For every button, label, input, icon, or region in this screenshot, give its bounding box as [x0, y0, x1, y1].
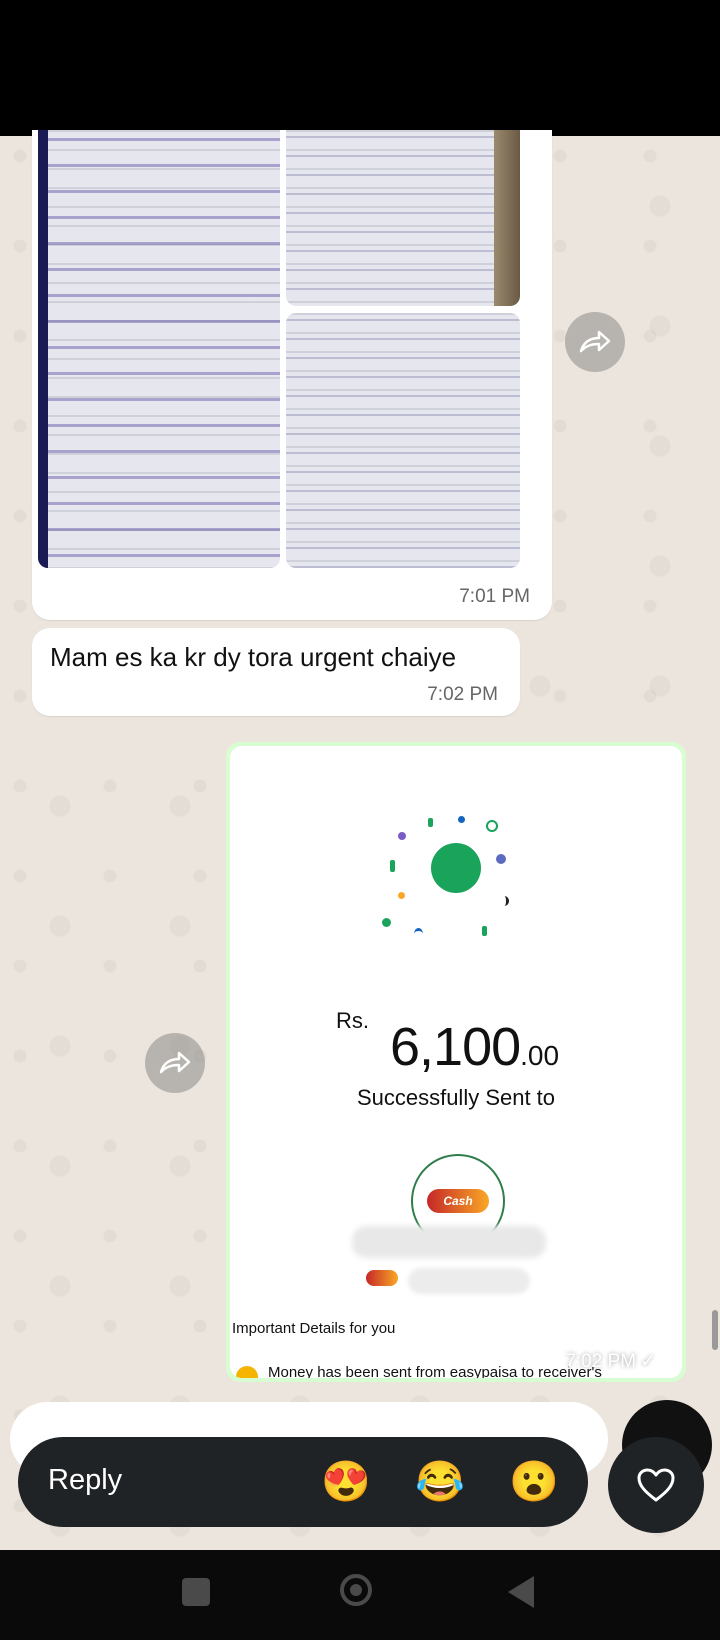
redacted-number: [408, 1268, 530, 1294]
scrollbar[interactable]: [712, 1310, 718, 1350]
confetti: [382, 918, 391, 927]
sent-tick-icon: ✓: [640, 1351, 656, 1372]
photo-notebook-page-3[interactable]: [286, 313, 520, 568]
status-text: Successfully Sent to: [356, 1085, 556, 1110]
confetti: [500, 896, 509, 906]
image-message[interactable]: 7:01 PM: [32, 130, 552, 620]
forward-button[interactable]: [565, 312, 625, 372]
photo-notebook-page-2[interactable]: [286, 130, 520, 306]
photo-notebook-page-1[interactable]: [38, 130, 280, 568]
payment-receipt-image[interactable]: Rs. 6,100.00 Successfully Sent to Cash I…: [230, 746, 682, 1378]
confetti: [486, 820, 498, 832]
forward-icon: [579, 330, 611, 353]
laughing-emoji[interactable]: 😂: [414, 1456, 466, 1508]
recents-icon[interactable]: [182, 1578, 210, 1606]
coin-icon: [236, 1366, 258, 1378]
outgoing-image-message[interactable]: Rs. 6,100.00 Successfully Sent to Cash I…: [226, 742, 686, 1382]
message-time: 7:02 PM: [427, 684, 498, 705]
confetti: [398, 832, 406, 840]
confetti: [496, 854, 506, 864]
home-icon[interactable]: [340, 1574, 372, 1606]
confetti: [428, 818, 433, 827]
like-button[interactable]: [608, 1437, 704, 1533]
confetti: [414, 928, 423, 940]
confetti: [390, 860, 395, 872]
amount: 6,100.00: [390, 1016, 559, 1078]
heart-icon: [637, 1468, 675, 1502]
text-message[interactable]: Mam es ka kr dy tora urgent chaiye 7:02 …: [32, 628, 520, 716]
confetti: [482, 926, 487, 936]
amount-main: 6,100: [390, 1017, 521, 1077]
surprised-emoji[interactable]: 😮: [508, 1456, 560, 1508]
message-text: Mam es ka kr dy tora urgent chaiye: [50, 642, 457, 672]
amount-cents: .00: [520, 1040, 560, 1071]
confetti: [398, 892, 405, 899]
forward-icon: [159, 1051, 191, 1074]
reply-button[interactable]: Reply: [48, 1464, 122, 1497]
message-time: 7:01 PM: [459, 586, 530, 607]
wallet-mini-icon: [366, 1270, 398, 1286]
currency-label: Rs.: [336, 1008, 369, 1033]
wallet-logo-icon: Cash: [427, 1189, 489, 1213]
success-indicator: [431, 843, 481, 893]
reaction-bar: Reply 😍 😂 😮: [18, 1437, 588, 1527]
details-text: Money has been sent from easypaisa to re…: [268, 1364, 602, 1378]
details-heading: Important Details for you: [232, 1320, 396, 1337]
back-icon[interactable]: [508, 1576, 534, 1608]
forward-button[interactable]: [145, 1033, 205, 1093]
status-area: [0, 0, 720, 136]
message-time: 7:02 PM ✓: [565, 1351, 656, 1372]
confetti: [458, 816, 465, 823]
heart-eyes-emoji[interactable]: 😍: [320, 1456, 372, 1508]
redacted-name: [352, 1226, 546, 1258]
